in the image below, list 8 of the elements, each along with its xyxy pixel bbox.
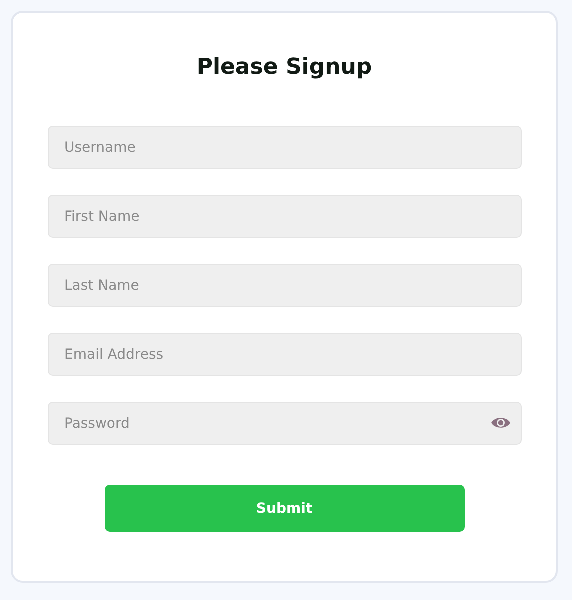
- input-field[interactable]: First Name: [48, 195, 522, 238]
- input-field[interactable]: Username: [48, 126, 522, 169]
- password-field[interactable]: Password: [48, 402, 522, 445]
- input-field[interactable]: Last Name: [48, 264, 522, 307]
- email-field[interactable]: Email Address: [48, 333, 522, 376]
- form-title: Please Signup: [196, 55, 372, 80]
- submit-button[interactable]: Submit: [104, 485, 464, 532]
- eye-icon[interactable]: [490, 416, 510, 430]
